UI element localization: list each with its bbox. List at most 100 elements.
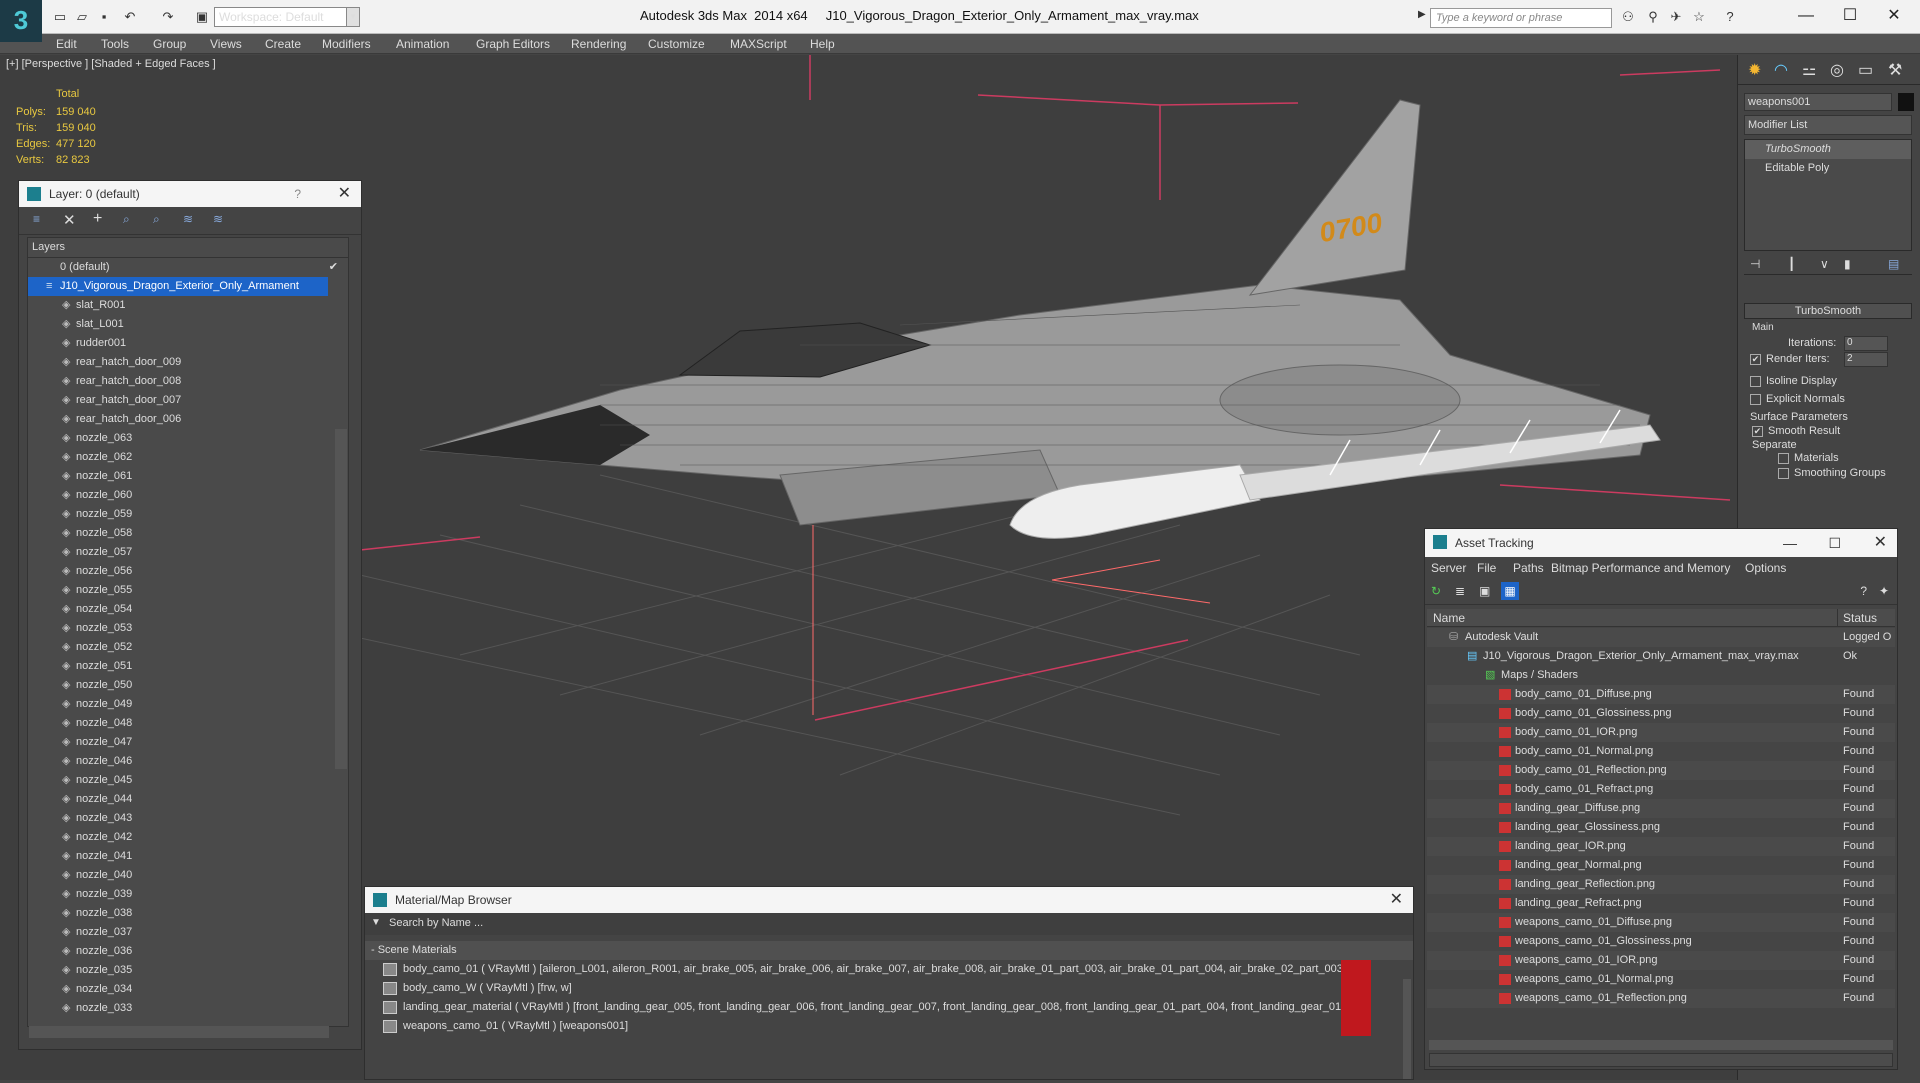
menu-maxscript[interactable]: MAXScript xyxy=(730,34,787,54)
layer-object-item[interactable]: ◈ rear_hatch_door_009 xyxy=(28,353,348,372)
workspace-dropdown[interactable]: Workspace: Default xyxy=(214,7,359,27)
modify-tab-icon[interactable]: ◠ xyxy=(1774,60,1788,80)
layer-object-item[interactable]: ◈ rear_hatch_door_008 xyxy=(28,372,348,391)
minimize-button[interactable]: — xyxy=(1786,4,1826,28)
redo-icon[interactable]: ↷ xyxy=(160,9,176,25)
maximize-button[interactable]: ☐ xyxy=(1828,529,1841,557)
refresh-icon[interactable]: ↻ xyxy=(1431,584,1441,598)
new-layer-icon[interactable]: ≡ xyxy=(33,212,40,226)
create-tab-icon[interactable]: ✹ xyxy=(1748,60,1761,80)
layer-object-item[interactable]: ◈ nozzle_057 xyxy=(28,543,348,562)
modifier-list-dropdown[interactable]: Modifier List xyxy=(1744,115,1912,135)
menu-group[interactable]: Group xyxy=(153,34,186,54)
asset-row[interactable]: landing_gear_Reflection.png Found xyxy=(1427,875,1895,894)
render-iters-spinner[interactable]: 2 xyxy=(1844,352,1888,367)
menu-graph-editors[interactable]: Graph Editors xyxy=(476,34,550,54)
layer-object-item[interactable]: ◈ nozzle_054 xyxy=(28,600,348,619)
table-view-icon[interactable]: ▦ xyxy=(1501,582,1519,600)
viewport-label[interactable]: [+] [Perspective ] [Shaded + Edged Faces… xyxy=(6,58,216,70)
menu-tools[interactable]: Tools xyxy=(101,34,129,54)
layer-item-default[interactable]: 0 (default) ✔ xyxy=(28,258,348,277)
layer-object-item[interactable]: ◈ nozzle_043 xyxy=(28,809,348,828)
asset-row[interactable]: weapons_camo_01_Reflection.png Found xyxy=(1427,989,1895,1008)
layer-object-item[interactable]: ◈ nozzle_040 xyxy=(28,866,348,885)
layer-object-item[interactable]: ◈ nozzle_047 xyxy=(28,733,348,752)
communication-icon[interactable]: ✈ xyxy=(1668,9,1684,25)
object-color-swatch[interactable] xyxy=(1898,93,1914,111)
smoothing-groups-checkbox[interactable] xyxy=(1778,468,1789,479)
layer-object-item[interactable]: ◈ rudder001 xyxy=(28,334,348,353)
remove-modifier-icon[interactable]: ▮ xyxy=(1844,257,1851,271)
explicit-normals-checkbox[interactable] xyxy=(1750,394,1761,405)
layer-object-item[interactable]: ◈ nozzle_055 xyxy=(28,581,348,600)
configure-sets-icon[interactable]: ▤ xyxy=(1888,257,1899,271)
layer-object-item[interactable]: ◈ nozzle_042 xyxy=(28,828,348,847)
asset-tracking-titlebar[interactable]: Asset Tracking — ☐ ✕ xyxy=(1425,529,1897,557)
layer-object-item[interactable]: ◈ nozzle_063 xyxy=(28,429,348,448)
asset-menu-file[interactable]: File xyxy=(1477,561,1496,575)
layer-object-item[interactable]: ◈ nozzle_053 xyxy=(28,619,348,638)
asset-row[interactable]: body_camo_01_Diffuse.png Found xyxy=(1427,685,1895,704)
layer-object-item[interactable]: ◈ slat_L001 xyxy=(28,315,348,334)
layer-object-item[interactable]: ◈ nozzle_036 xyxy=(28,942,348,961)
isoline-checkbox[interactable] xyxy=(1750,376,1761,387)
menu-animation[interactable]: Animation xyxy=(396,34,449,54)
menu-customize[interactable]: Customize xyxy=(648,34,705,54)
iterations-spinner[interactable]: 0 xyxy=(1844,336,1888,351)
delete-layer-icon[interactable]: ✕ xyxy=(63,211,76,229)
render-iters-checkbox[interactable]: ✔ xyxy=(1750,354,1761,365)
asset-menu-server[interactable]: Server xyxy=(1431,561,1466,575)
app-logo-icon[interactable]: 3 xyxy=(0,0,42,42)
save-file-icon[interactable]: ▪ xyxy=(96,9,112,25)
search-expand-icon[interactable]: ▶ xyxy=(1418,9,1426,20)
material-row[interactable]: body_camo_01 ( VRayMtl ) [aileron_L001, … xyxy=(365,960,1389,979)
asset-row-maps-folder[interactable]: ▧ Maps / Shaders xyxy=(1427,666,1895,685)
hierarchy-tab-icon[interactable]: ⚍ xyxy=(1802,60,1816,80)
layer-object-item[interactable]: ◈ nozzle_049 xyxy=(28,695,348,714)
highlight-layer-icon[interactable]: ⌕ xyxy=(153,212,160,227)
asset-row[interactable]: landing_gear_Diffuse.png Found xyxy=(1427,799,1895,818)
asset-row[interactable]: landing_gear_Glossiness.png Found xyxy=(1427,818,1895,837)
layer-object-item[interactable]: ◈ slat_R001 xyxy=(28,296,348,315)
asset-row[interactable]: body_camo_01_IOR.png Found xyxy=(1427,723,1895,742)
asset-row[interactable]: body_camo_01_Reflection.png Found xyxy=(1427,761,1895,780)
minimize-button[interactable]: — xyxy=(1783,529,1797,557)
thumbnail-view-icon[interactable]: ▣ xyxy=(1479,584,1490,598)
layer-object-item[interactable]: ◈ nozzle_048 xyxy=(28,714,348,733)
asset-row[interactable]: weapons_camo_01_IOR.png Found xyxy=(1427,951,1895,970)
layer-object-item[interactable]: ◈ nozzle_035 xyxy=(28,961,348,980)
layer-horizontal-scrollbar[interactable] xyxy=(29,1026,329,1038)
layer-panel-titlebar[interactable]: Layer: 0 (default) ? ✕ xyxy=(19,181,361,207)
close-button[interactable]: ✕ xyxy=(1390,887,1403,913)
layer-object-item[interactable]: ◈ nozzle_045 xyxy=(28,771,348,790)
asset-row[interactable]: body_camo_01_Normal.png Found xyxy=(1427,742,1895,761)
asset-menu-paths[interactable]: Paths xyxy=(1513,561,1544,575)
asset-row[interactable]: weapons_camo_01_Glossiness.png Found xyxy=(1427,932,1895,951)
select-in-layer-icon[interactable]: ⌕ xyxy=(123,212,130,227)
layer-object-item[interactable]: ◈ nozzle_059 xyxy=(28,505,348,524)
open-file-icon[interactable]: ▱ xyxy=(74,9,90,25)
search-input[interactable]: Type a keyword or phrase xyxy=(1430,8,1612,28)
undo-icon[interactable]: ↶ xyxy=(122,9,138,25)
layer-object-item[interactable]: ◈ nozzle_037 xyxy=(28,923,348,942)
layer-object-item[interactable]: ◈ nozzle_044 xyxy=(28,790,348,809)
help-button[interactable]: ? xyxy=(294,181,301,207)
utilities-tab-icon[interactable]: ⚒ xyxy=(1888,60,1902,80)
asset-row[interactable]: body_camo_01_Glossiness.png Found xyxy=(1427,704,1895,723)
object-name-field[interactable]: weapons001 xyxy=(1744,93,1892,111)
layer-object-item[interactable]: ◈ nozzle_039 xyxy=(28,885,348,904)
scene-materials-group[interactable]: - Scene Materials xyxy=(365,941,1413,960)
show-end-result-icon[interactable]: ┃ xyxy=(1788,257,1795,271)
layer-object-item[interactable]: ◈ nozzle_060 xyxy=(28,486,348,505)
motion-tab-icon[interactable]: ◎ xyxy=(1830,60,1844,80)
help-icon[interactable]: ? xyxy=(1860,584,1867,598)
hide-layers-icon[interactable]: ≋ xyxy=(183,212,193,226)
close-button[interactable]: ✕ xyxy=(1874,529,1887,557)
asset-horizontal-scrollbar[interactable] xyxy=(1429,1040,1893,1050)
display-tab-icon[interactable]: ▭ xyxy=(1858,60,1873,80)
menu-help[interactable]: Help xyxy=(810,34,835,54)
layer-object-item[interactable]: ◈ nozzle_034 xyxy=(28,980,348,999)
context-help-icon[interactable]: ✦ xyxy=(1879,584,1889,598)
asset-row[interactable]: landing_gear_Normal.png Found xyxy=(1427,856,1895,875)
asset-menu-options[interactable]: Options xyxy=(1745,561,1786,575)
